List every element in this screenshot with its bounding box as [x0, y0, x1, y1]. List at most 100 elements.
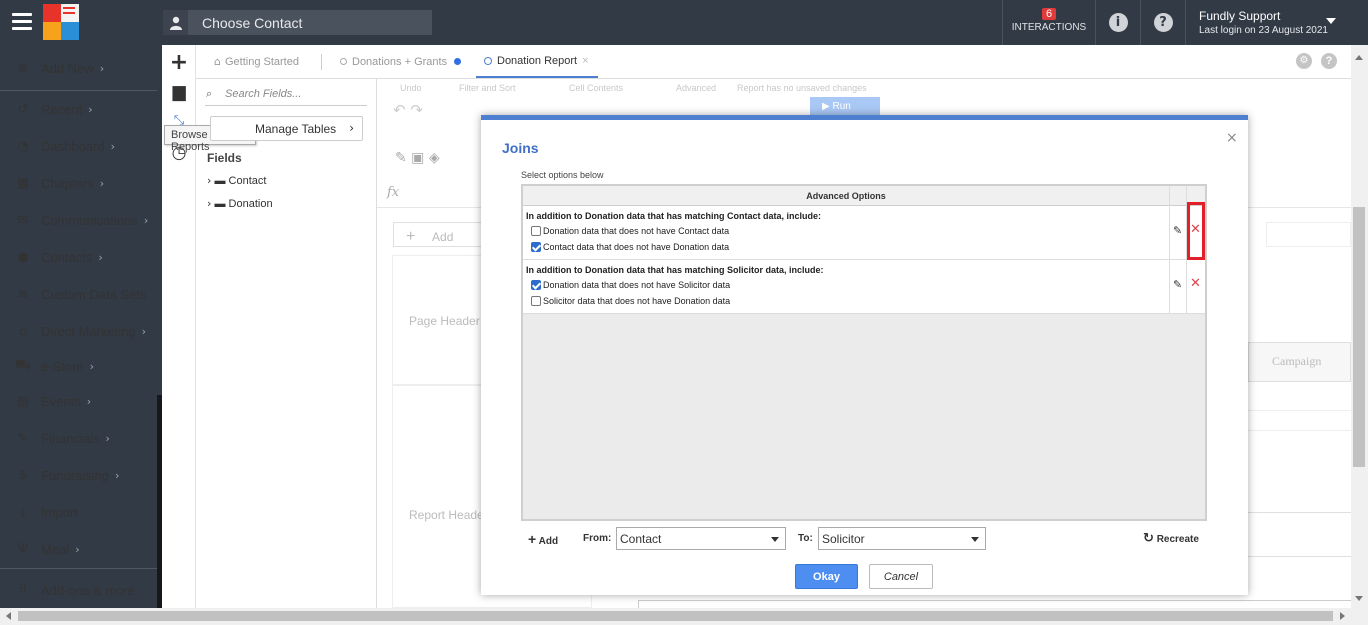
sidebar-item-add-new[interactable]: ⊕ Add New ›: [0, 53, 157, 83]
sidebar-item-fundraising[interactable]: $ Fundraising ›: [0, 460, 157, 490]
scroll-down-icon[interactable]: [1355, 596, 1363, 601]
horizontal-scrollbar[interactable]: [0, 608, 1368, 625]
search-fields-input[interactable]: Search Fields...: [205, 84, 367, 106]
choose-contact-button[interactable]: Choose Contact: [163, 10, 432, 35]
join-checkbox[interactable]: [531, 242, 541, 252]
database-icon: ≋: [17, 286, 29, 302]
grid-divider: [1169, 260, 1170, 314]
sidebar-divider: [0, 90, 157, 91]
info-button[interactable]: i: [1096, 0, 1141, 45]
tree-label: Contact: [228, 175, 267, 187]
join-checkbox[interactable]: [531, 296, 541, 306]
sidebar-item-financials[interactable]: ✎ Financials ›: [0, 423, 157, 453]
sidebar-item-custom-data-sets[interactable]: ≋ Custom Data Sets: [0, 279, 157, 309]
edit-icon[interactable]: ✎: [1173, 224, 1182, 237]
tab-circle-icon: [484, 56, 492, 65]
okay-button[interactable]: Okay: [795, 564, 858, 589]
tree-item-donation[interactable]: › ▬ Donation: [207, 197, 273, 210]
sidebar-item-dashboard[interactable]: ◔ Dashboard ›: [0, 131, 157, 161]
tab-getting-started[interactable]: ⌂ Getting Started: [214, 45, 299, 78]
tab-divider: [321, 54, 322, 70]
scroll-up-icon[interactable]: [1355, 55, 1363, 60]
interactions-button[interactable]: 6 INTERACTIONS: [1002, 0, 1096, 45]
tab-donations-grants[interactable]: Donations + Grants: [340, 45, 462, 78]
person-icon: [163, 10, 188, 35]
sidebar-item-label: Financials: [41, 430, 100, 446]
grid-icon: ▦: [16, 175, 30, 191]
undo-icon[interactable]: ↶ ↷: [393, 101, 423, 119]
scroll-thumb[interactable]: [1353, 207, 1365, 467]
close-tab-icon[interactable]: ×: [582, 55, 588, 67]
sidebar-item-import[interactable]: ⤓ Import: [0, 497, 157, 527]
join-checkbox[interactable]: [531, 226, 541, 236]
plus-icon: +: [528, 531, 537, 547]
sidebar-item-meal[interactable]: Ψ Meal ›: [0, 534, 157, 564]
envelope-icon: ✉: [17, 212, 29, 228]
add-column-button[interactable]: + Add: [393, 222, 488, 247]
sidebar-item-label: Direct Marketing: [41, 323, 136, 339]
sidebar-item-chapters[interactable]: ▦ Chapters ›: [0, 168, 157, 198]
sidebar-item-label: Dashboard: [41, 138, 105, 154]
add-join-button[interactable]: + Add: [528, 531, 558, 547]
user-name: Fundly Support: [1199, 9, 1281, 23]
from-select[interactable]: Contact: [616, 527, 786, 550]
sidebar-item-add-ons[interactable]: ⠿ Add-ons & more: [0, 575, 157, 605]
sidebar-item-label: Add-ons & more: [41, 582, 135, 598]
manage-tables-button[interactable]: Manage Tables ›: [210, 116, 363, 141]
to-select[interactable]: Solicitor: [818, 527, 986, 550]
chevron-right-icon: ›: [114, 468, 120, 482]
expand-icon: ›: [207, 197, 212, 210]
bank-icon: ⌂: [18, 323, 28, 339]
delete-icon[interactable]: ✕: [1190, 276, 1201, 291]
user-dropdown-icon[interactable]: [1326, 18, 1336, 24]
sidebar-item-e-store[interactable]: ⛟ e-Store ›: [0, 351, 157, 381]
money-bag-icon: $: [18, 467, 28, 483]
sidebar-item-communications[interactable]: ✉ Communications ›: [0, 205, 157, 235]
chevron-right-icon: ›: [141, 324, 147, 338]
close-icon[interactable]: ×: [1226, 130, 1238, 146]
help-icon[interactable]: ?: [1321, 53, 1337, 69]
help-button[interactable]: ?: [1141, 0, 1186, 45]
chevron-right-icon: ›: [105, 431, 110, 445]
chevron-right-icon: ›: [110, 139, 116, 153]
scroll-right-icon[interactable]: [1340, 612, 1345, 620]
new-report-icon[interactable]: +: [162, 50, 196, 75]
toolbar-status: Report has no unsaved changes: [737, 83, 867, 93]
sidebar-item-label: Recent: [41, 101, 83, 117]
chevron-right-icon: ›: [86, 394, 92, 408]
last-login: Last login on 23 August 2021: [1199, 25, 1328, 36]
tab-donation-report[interactable]: Donation Report ×: [476, 45, 598, 78]
menu-icon[interactable]: [12, 13, 32, 31]
join-checkbox[interactable]: [531, 280, 541, 290]
format-icons[interactable]: ✎ ▣ ◈: [395, 150, 440, 166]
sidebar-item-events[interactable]: ▤ Events ›: [0, 386, 157, 416]
join-option-label: Contact data that does not have Donation…: [543, 242, 730, 252]
cancel-button[interactable]: Cancel: [869, 564, 933, 589]
chevron-right-icon: ›: [99, 61, 105, 75]
recreate-label: Recreate: [1156, 534, 1199, 545]
sidebar-item-recent[interactable]: ↺ Recent ›: [0, 94, 157, 124]
chevron-right-icon: ›: [88, 102, 93, 116]
plus-circle-icon: ⊕: [17, 60, 29, 76]
document-icon[interactable]: ▆: [162, 82, 196, 102]
user-menu[interactable]: Fundly Support Last login on 23 August 2…: [1199, 9, 1328, 36]
recreate-button[interactable]: ↻ Recreate: [1143, 531, 1199, 546]
choose-contact-label: Choose Contact: [202, 14, 303, 31]
join-option-label: Donation data that does not have Solicit…: [543, 280, 731, 290]
add-label: Add: [538, 536, 559, 547]
wrench-icon[interactable]: ⚙: [1296, 53, 1312, 69]
app-logo[interactable]: [43, 4, 79, 41]
sidebar-item-direct-marketing[interactable]: ⌂ Direct Marketing ›: [0, 316, 157, 346]
scroll-left-icon[interactable]: [6, 612, 11, 620]
tree-item-contact[interactable]: › ▬ Contact: [207, 174, 266, 187]
scroll-thumb[interactable]: [18, 611, 1333, 621]
edit-icon[interactable]: ✎: [1173, 278, 1182, 291]
vertical-scrollbar[interactable]: [1351, 45, 1368, 608]
run-button[interactable]: ▶ Run: [810, 97, 880, 117]
page-header-label: Page Header: [409, 314, 480, 328]
from-label: From:: [583, 533, 612, 544]
grid-divider: [1186, 260, 1187, 314]
chevron-right-icon: ›: [349, 121, 354, 135]
sidebar-item-contacts[interactable]: ● Contacts ›: [0, 242, 157, 272]
tab-label: Getting Started: [224, 55, 299, 68]
